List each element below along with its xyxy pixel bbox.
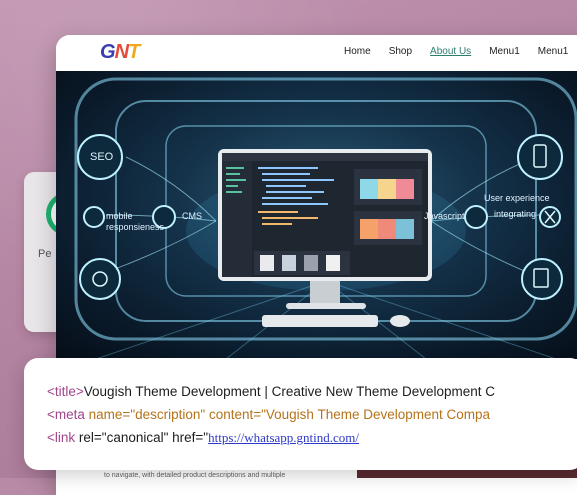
code-line-title: <title>Vougish Theme Development | Creat… [47,384,495,399]
hero-image: SEO mobile responsieness CMS Javascript … [56,71,577,359]
user-experience-label: User experience [484,193,550,203]
phone-icon [517,134,563,180]
code-line-link: <link rel="canonical" href="https://what… [47,430,359,446]
nav-item-menu1-second[interactable]: Menu1 [538,46,569,57]
mobile-label: mobile responsieness [106,211,165,232]
code-line-meta: <meta name="description" content="Vougis… [47,407,490,422]
site-logo[interactable]: GNT [100,41,140,64]
nav-item-home[interactable]: Home [344,46,371,57]
document-icon [521,258,563,300]
nav-item-shop[interactable]: Shop [389,46,412,57]
seo-label: SEO [90,151,114,163]
code-link-attrs: rel="canonical" href=" [75,430,209,445]
nav-item-about-us[interactable]: About Us [430,46,471,57]
nav-links: Home Shop About Us Menu1 Menu1 [344,46,568,57]
cms-label: CMS [182,211,202,221]
site-navbar: GNT Home Shop About Us Menu1 Menu1 [56,35,577,71]
code-attr-name: name= [84,407,131,422]
code-snippet-card: <title>Vougish Theme Development | Creat… [24,358,577,470]
code-value-content: "Vougish Theme Development Compa [261,407,491,422]
settings-icon [79,258,121,300]
javascript-icon [464,205,488,229]
integrating-label: integrating [494,209,537,219]
nav-item-menu1[interactable]: Menu1 [489,46,520,57]
code-tag-title: <title> [47,384,84,399]
javascript-label: Javascript [424,211,465,221]
background-card-label: Pe [38,248,52,260]
canonical-url-link[interactable]: https://whatsapp.gntind.com/ [208,430,359,445]
code-tag-meta: <meta [47,407,85,422]
code-tag-link: <link [47,430,76,445]
mobile-icon [83,206,105,228]
code-attr-content: content= [205,407,262,422]
code-value-description: "description" [130,407,206,422]
code-title-text: Vougish Theme Development | Creative New… [83,384,495,399]
